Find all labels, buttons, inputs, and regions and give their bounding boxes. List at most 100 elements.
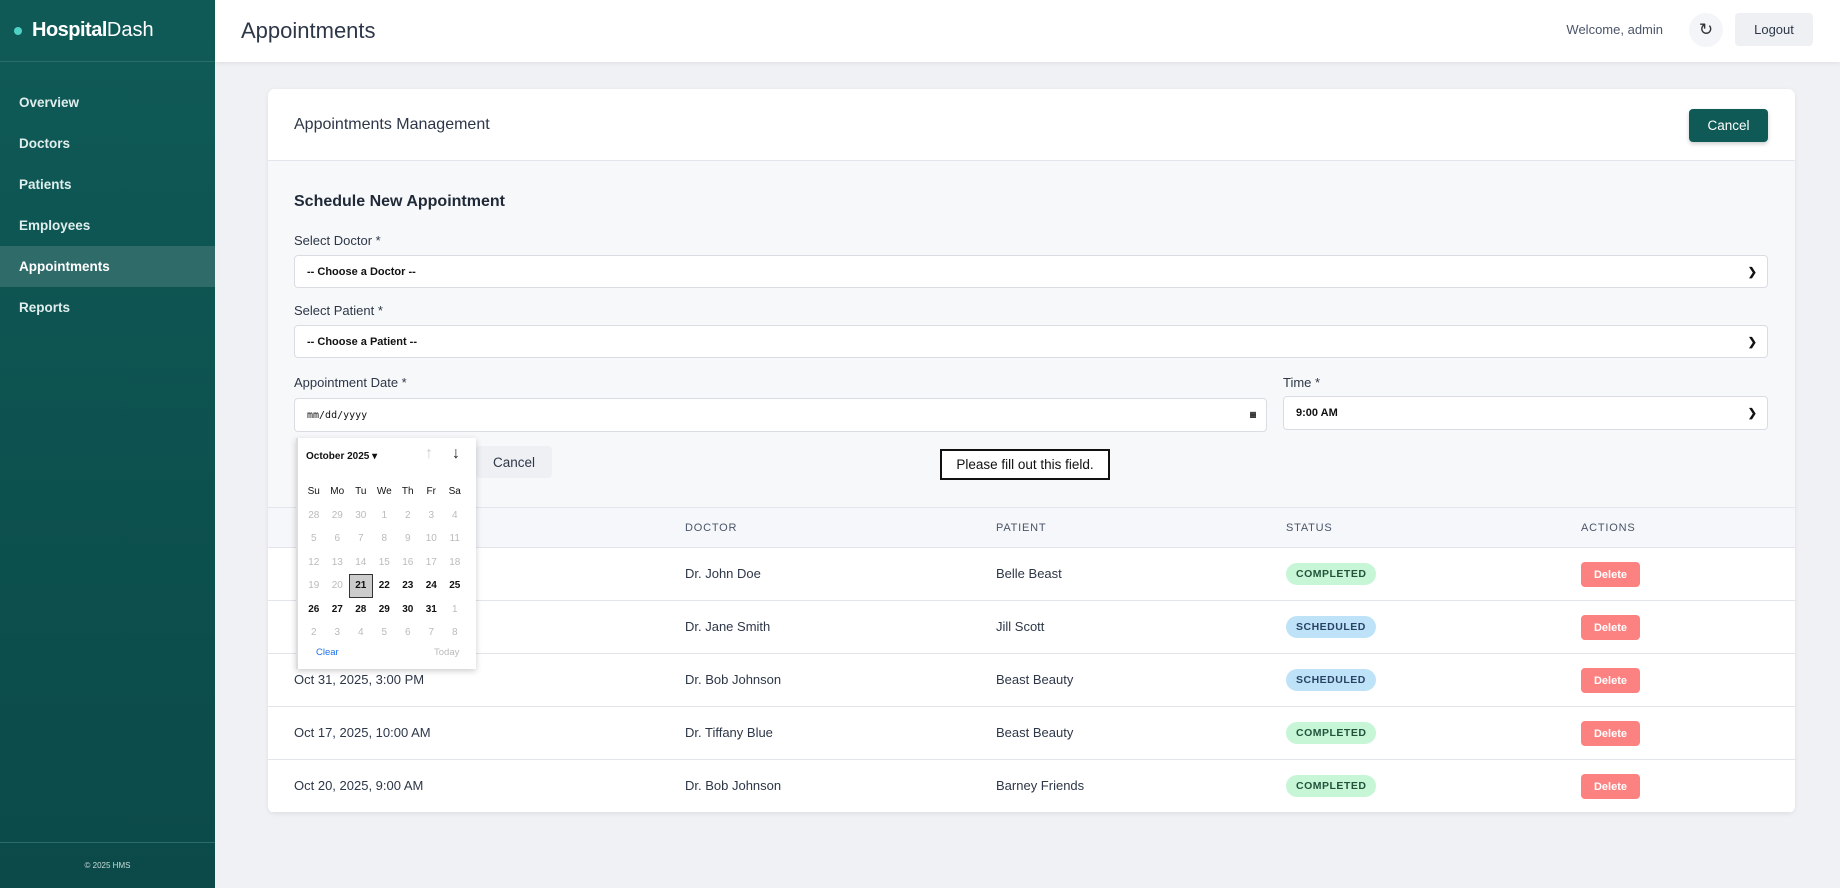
- doctor-name: Dr. Jane Smith: [685, 619, 771, 634]
- doctor-label: Select Doctor *: [294, 233, 381, 248]
- sidebar-item-doctors[interactable]: Doctors: [0, 123, 215, 164]
- delete-button[interactable]: Delete: [1581, 562, 1640, 587]
- sidebar-item-patients[interactable]: Patients: [0, 164, 215, 205]
- calendar-day[interactable]: 12: [302, 551, 326, 575]
- table-header: DOCTOR PATIENT STATUS ACTIONS: [268, 507, 1795, 548]
- arrow-down-icon[interactable]: ↓: [452, 445, 460, 463]
- calendar-day[interactable]: 6: [326, 527, 350, 551]
- calendar-icon[interactable]: ▦: [1250, 410, 1256, 421]
- calendar-day[interactable]: 24: [420, 574, 444, 598]
- calendar-day[interactable]: 27: [326, 598, 350, 622]
- sidebar-item-reports[interactable]: Reports: [0, 287, 215, 328]
- patient-select[interactable]: -- Choose a Patient -- ❯: [294, 325, 1768, 358]
- logo-dot-icon: [14, 26, 22, 35]
- clear-button[interactable]: Clear: [316, 647, 339, 658]
- doctor-select[interactable]: -- Choose a Doctor -- ❯: [294, 255, 1768, 288]
- col-status: STATUS: [1286, 522, 1333, 534]
- calendar-day[interactable]: 4: [349, 621, 373, 645]
- calendar-day[interactable]: 18: [443, 551, 467, 575]
- calendar-day[interactable]: 7: [349, 527, 373, 551]
- calendar-day[interactable]: 14: [349, 551, 373, 575]
- calendar-day[interactable]: 29: [326, 504, 350, 528]
- delete-button[interactable]: Delete: [1581, 721, 1640, 746]
- patient-name: Jill Scott: [996, 619, 1045, 634]
- calendar-day[interactable]: 5: [302, 527, 326, 551]
- patient-name: Beast Beauty: [996, 672, 1074, 687]
- calendar-day[interactable]: 16: [396, 551, 420, 575]
- calendar-day[interactable]: 17: [420, 551, 444, 575]
- sidebar-item-appointments[interactable]: Appointments: [0, 246, 215, 287]
- calendar-day[interactable]: 2: [396, 504, 420, 528]
- calendar-day[interactable]: 13: [326, 551, 350, 575]
- calendar-day[interactable]: 23: [396, 574, 420, 598]
- calendar-day[interactable]: 30: [349, 504, 373, 528]
- calendar-day[interactable]: 7: [420, 621, 444, 645]
- doctor-name: Dr. John Doe: [685, 566, 761, 581]
- calendar-day[interactable]: 30: [396, 598, 420, 622]
- weekday-label: Su: [307, 486, 320, 498]
- calendar-day[interactable]: 8: [373, 527, 397, 551]
- calendar-day[interactable]: 28: [302, 504, 326, 528]
- status-badge: SCHEDULED: [1286, 616, 1376, 638]
- delete-button[interactable]: Delete: [1581, 668, 1640, 693]
- calendar-day-selected[interactable]: 21: [349, 574, 373, 598]
- calendar-day[interactable]: 31: [420, 598, 444, 622]
- cancel-form-button[interactable]: Cancel: [1689, 109, 1768, 142]
- calendar-day[interactable]: 1: [373, 504, 397, 528]
- page-title: Appointments: [241, 18, 376, 43]
- calendar-day[interactable]: 2: [302, 621, 326, 645]
- calendar-day[interactable]: 25: [443, 574, 467, 598]
- table-row: Oct 31, 2025, 3:00 PM Dr. Bob Johnson Be…: [268, 654, 1795, 707]
- time-select-value: 9:00 AM: [1296, 407, 1338, 419]
- calendar-day[interactable]: 3: [326, 621, 350, 645]
- card-title: Appointments Management: [294, 116, 490, 133]
- calendar-day[interactable]: 10: [420, 527, 444, 551]
- today-button[interactable]: Today: [434, 647, 459, 658]
- doctor-select-value: -- Choose a Doctor --: [307, 265, 416, 278]
- top-header: Appointments Welcome, admin ↻ Logout: [215, 0, 1840, 62]
- table-row: Dr. John Doe Belle Beast COMPLETED Delet…: [268, 548, 1795, 601]
- weekday-label: Tu: [355, 486, 367, 498]
- time-select[interactable]: 9:00 AM ❯: [1283, 396, 1768, 430]
- weekday-label: Fr: [426, 486, 436, 498]
- table-row: Oct 17, 2025, 10:00 AM Dr. Tiffany Blue …: [268, 707, 1795, 760]
- calendar-day[interactable]: 3: [420, 504, 444, 528]
- calendar-day[interactable]: 1: [443, 598, 467, 622]
- calendar-day[interactable]: 5: [373, 621, 397, 645]
- logout-button[interactable]: Logout: [1735, 13, 1813, 46]
- col-doctor: DOCTOR: [685, 522, 738, 534]
- form-title: Schedule New Appointment: [294, 193, 505, 210]
- cancel-button[interactable]: Cancel: [476, 446, 552, 478]
- calendar-grid: Su Mo Tu We Th Fr Sa 28 29 30 1 2 3 4 5 6 7 8 9 10 11 12 13 14 1…: [302, 480, 467, 645]
- patient-name: Barney Friends: [996, 778, 1085, 793]
- calendar-day[interactable]: 22: [373, 574, 397, 598]
- delete-button[interactable]: Delete: [1581, 774, 1640, 799]
- sidebar-item-overview[interactable]: Overview: [0, 82, 215, 123]
- doctor-name: Dr. Bob Johnson: [685, 778, 782, 793]
- refresh-icon[interactable]: ↻: [1689, 13, 1723, 47]
- weekday-label: Mo: [330, 486, 345, 498]
- table-row: Dr. Jane Smith Jill Scott SCHEDULED Dele…: [268, 601, 1795, 654]
- calendar-day[interactable]: 15: [373, 551, 397, 575]
- month-selector[interactable]: October 2025 ▾: [306, 451, 377, 462]
- sidebar-item-employees[interactable]: Employees: [0, 205, 215, 246]
- calendar-day[interactable]: 29: [373, 598, 397, 622]
- calendar-day[interactable]: 20: [326, 574, 350, 598]
- weekday-label: Sa: [448, 486, 461, 498]
- delete-button[interactable]: Delete: [1581, 615, 1640, 640]
- calendar-day[interactable]: 26: [302, 598, 326, 622]
- calendar-day[interactable]: 8: [443, 621, 467, 645]
- calendar-day[interactable]: 19: [302, 574, 326, 598]
- validation-tooltip: Please fill out this field.: [940, 449, 1110, 480]
- calendar-day[interactable]: 4: [443, 504, 467, 528]
- calendar-day[interactable]: 11: [443, 527, 467, 551]
- calendar-day[interactable]: 6: [396, 621, 420, 645]
- status-badge: COMPLETED: [1286, 722, 1377, 744]
- chevron-down-icon: ❯: [1747, 336, 1757, 348]
- date-picker-popup: October 2025 ▾ ↑ ↓ Su Mo Tu We Th Fr Sa 28 29 30 1…: [296, 438, 476, 669]
- arrow-up-icon[interactable]: ↑: [425, 445, 433, 463]
- calendar-day[interactable]: 9: [396, 527, 420, 551]
- calendar-day[interactable]: 28: [349, 598, 373, 622]
- date-input[interactable]: mm/dd/yyyy ▦: [294, 398, 1267, 432]
- patient-name: Belle Beast: [996, 566, 1062, 581]
